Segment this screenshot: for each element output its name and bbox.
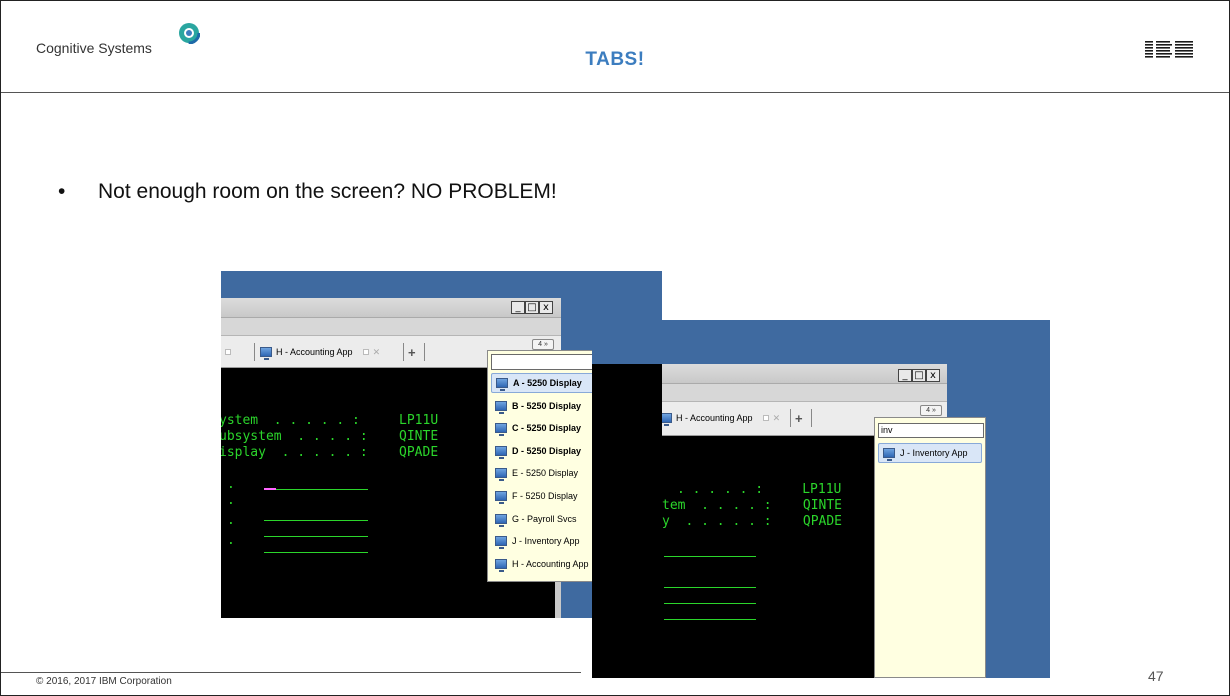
monitor-icon	[260, 347, 272, 360]
slide-title: TABS!	[585, 49, 645, 70]
tab-list-item[interactable]: F - 5250 Display	[491, 486, 595, 506]
tab-list-item[interactable]: H - Accounting App	[491, 554, 595, 574]
tab-list-item-label: A - 5250 Display	[513, 378, 582, 388]
copyright: © 2016, 2017 IBM Corporation	[36, 676, 172, 687]
input-field-line[interactable]	[264, 520, 368, 521]
tab-list-item[interactable]: D - 5250 Display	[491, 441, 595, 461]
terminal-line-3: y . . . . . : QPADE	[662, 514, 843, 529]
tab-search-input[interactable]: inv	[878, 423, 984, 438]
menu-strip	[221, 318, 561, 336]
tab-list-item[interactable]: B - 5250 Display	[491, 396, 595, 416]
tab-list-item[interactable]: C - 5250 Display	[491, 418, 595, 438]
terminal-line-1: . . . . . : LP11U	[677, 482, 842, 497]
page-number: 47	[1148, 668, 1164, 684]
cognitive-systems-logo	[178, 22, 200, 44]
plus-icon: +	[795, 410, 803, 426]
window-controls: _ □ x	[511, 301, 553, 314]
maximize-button[interactable]: □	[525, 301, 539, 314]
monitor-icon	[883, 448, 895, 461]
tab-list-item-label: E - 5250 Display	[512, 468, 579, 479]
tab-list-item-label: H - Accounting App	[512, 558, 589, 569]
terminal-dot: .	[227, 533, 235, 548]
header-divider	[1, 92, 1229, 93]
monitor-icon	[496, 378, 508, 391]
input-field-line[interactable]	[264, 552, 368, 553]
input-field-line[interactable]	[664, 619, 756, 620]
terminal-dot: .	[227, 513, 235, 528]
bullet-text: Not enough room on the screen? NO PROBLE…	[98, 180, 557, 203]
tab-close-icon[interactable]: ✕	[373, 347, 381, 358]
terminal-line-3: isplay . . . . . : QPADE	[221, 445, 439, 460]
monitor-icon	[495, 536, 507, 550]
close-button[interactable]: x	[539, 301, 553, 314]
monitor-icon	[495, 400, 507, 414]
terminal-line-1: ystem . . . . . : LP11U	[221, 413, 439, 428]
tab-separator	[424, 343, 425, 361]
window-titlebar	[221, 298, 561, 318]
tab-list-popup: inv J - Inventory App	[874, 417, 986, 678]
menu-strip	[662, 384, 947, 402]
monitor-icon	[495, 423, 507, 437]
minimize-button[interactable]: _	[511, 301, 525, 314]
input-field-line[interactable]	[664, 587, 756, 588]
new-tab-button[interactable]: +	[795, 407, 803, 429]
previous-tab-edge	[225, 349, 231, 355]
tab-separator	[790, 409, 791, 427]
minimize-button[interactable]: _	[898, 369, 912, 382]
tab-search-input[interactable]	[491, 354, 595, 370]
input-field-line[interactable]	[264, 489, 368, 490]
bullet-symbol: •	[58, 180, 66, 203]
monitor-icon	[495, 513, 507, 527]
tab-list-item-label: B - 5250 Display	[512, 400, 582, 411]
ibm-logo	[1145, 41, 1193, 58]
tab-overflow-button[interactable]: 4 »	[532, 339, 554, 350]
tab-accounting-app[interactable]: H - Accounting App ✕	[260, 341, 380, 363]
terminal-dot: .	[227, 493, 235, 508]
tab-label: H - Accounting App	[276, 347, 353, 357]
tab-overflow-button[interactable]: 4 »	[920, 405, 942, 416]
bullet-point: • Not enough room on the screen? NO PROBL…	[58, 180, 557, 204]
tab-list-item[interactable]: J - Inventory App	[491, 531, 595, 551]
tab-list-item-label: J - Inventory App	[900, 448, 968, 458]
tab-list-popup: A - 5250 Display B - 5250 Display C - 5250…	[487, 350, 599, 582]
tab-list-item[interactable]: E - 5250 Display	[491, 463, 595, 483]
terminal-screen-edge	[592, 364, 662, 678]
tab-mini-icon	[362, 349, 369, 355]
tab-list-item-label: J - Inventory App	[512, 536, 580, 547]
tab-accounting-app[interactable]: H - Accounting App ✕	[660, 407, 780, 429]
tab-mini-icon	[762, 415, 769, 421]
terminal-line-2: tem . . . . : QINTE	[662, 498, 843, 513]
close-button[interactable]: x	[926, 369, 940, 382]
window-controls: _ □ x	[898, 369, 940, 382]
terminal-line-2: ubsystem . . . . : QINTE	[221, 429, 439, 444]
new-tab-button[interactable]: +	[408, 341, 416, 363]
footer-divider	[1, 672, 581, 673]
tab-separator	[811, 409, 812, 427]
screenshot-tab-filter: _ □ x H - Accounting App ✕ + 4 » . . . .…	[592, 320, 1050, 678]
monitor-icon	[495, 468, 507, 482]
maximize-button[interactable]: □	[912, 369, 926, 382]
tab-separator	[403, 343, 404, 361]
tab-close-icon[interactable]: ✕	[773, 413, 781, 424]
tab-list-item[interactable]: G - Payroll Svcs	[491, 509, 595, 529]
tab-label: H - Accounting App	[676, 413, 753, 423]
tab-list-item-label: F - 5250 Display	[512, 491, 578, 501]
tab-separator	[254, 343, 255, 361]
tab-list-item-label: C - 5250 Display	[512, 423, 582, 434]
input-field-line[interactable]	[264, 536, 368, 537]
tab-list-item-label: G - Payroll Svcs	[512, 513, 577, 524]
monitor-icon	[495, 491, 507, 504]
monitor-icon	[495, 558, 507, 572]
tab-list-item[interactable]: A - 5250 Display	[491, 373, 595, 393]
cursor-marker	[264, 488, 276, 490]
terminal-dot: .	[227, 477, 235, 492]
monitor-icon	[495, 445, 507, 459]
input-field-line[interactable]	[664, 603, 756, 604]
tab-list-item-label: D - 5250 Display	[512, 445, 582, 456]
input-field-line[interactable]	[664, 556, 756, 557]
tab-list-item[interactable]: J - Inventory App	[878, 443, 982, 463]
plus-icon: +	[408, 344, 416, 360]
